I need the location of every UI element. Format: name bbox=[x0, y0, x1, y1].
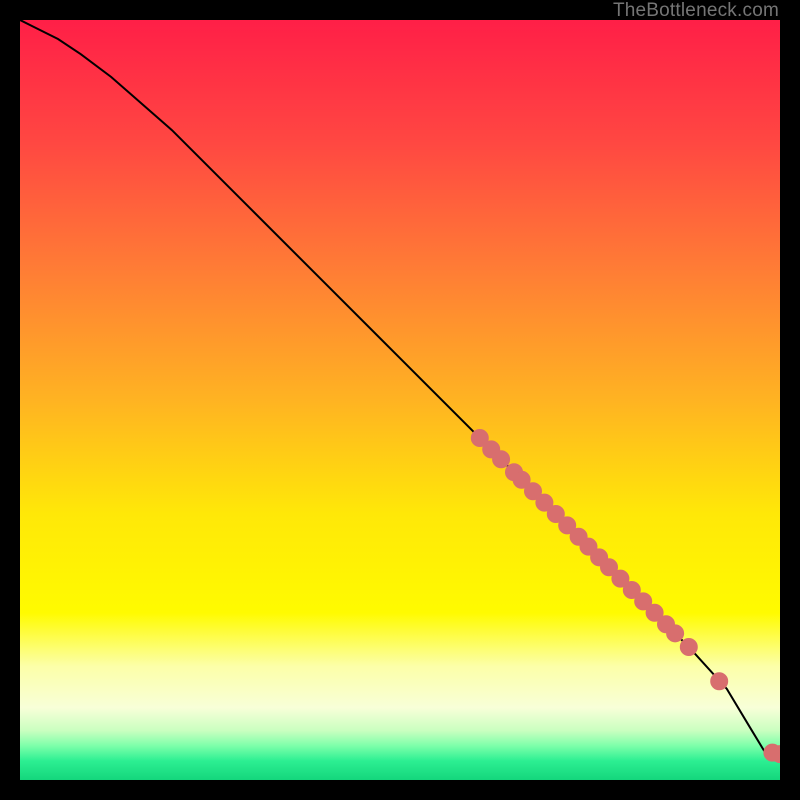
data-point bbox=[711, 673, 728, 690]
data-point bbox=[493, 451, 510, 468]
attribution-label: TheBottleneck.com bbox=[613, 0, 779, 22]
plot-background bbox=[20, 20, 780, 780]
data-point bbox=[680, 639, 697, 656]
chart-frame bbox=[20, 20, 780, 780]
data-point bbox=[667, 625, 684, 642]
chart-svg bbox=[20, 20, 780, 780]
